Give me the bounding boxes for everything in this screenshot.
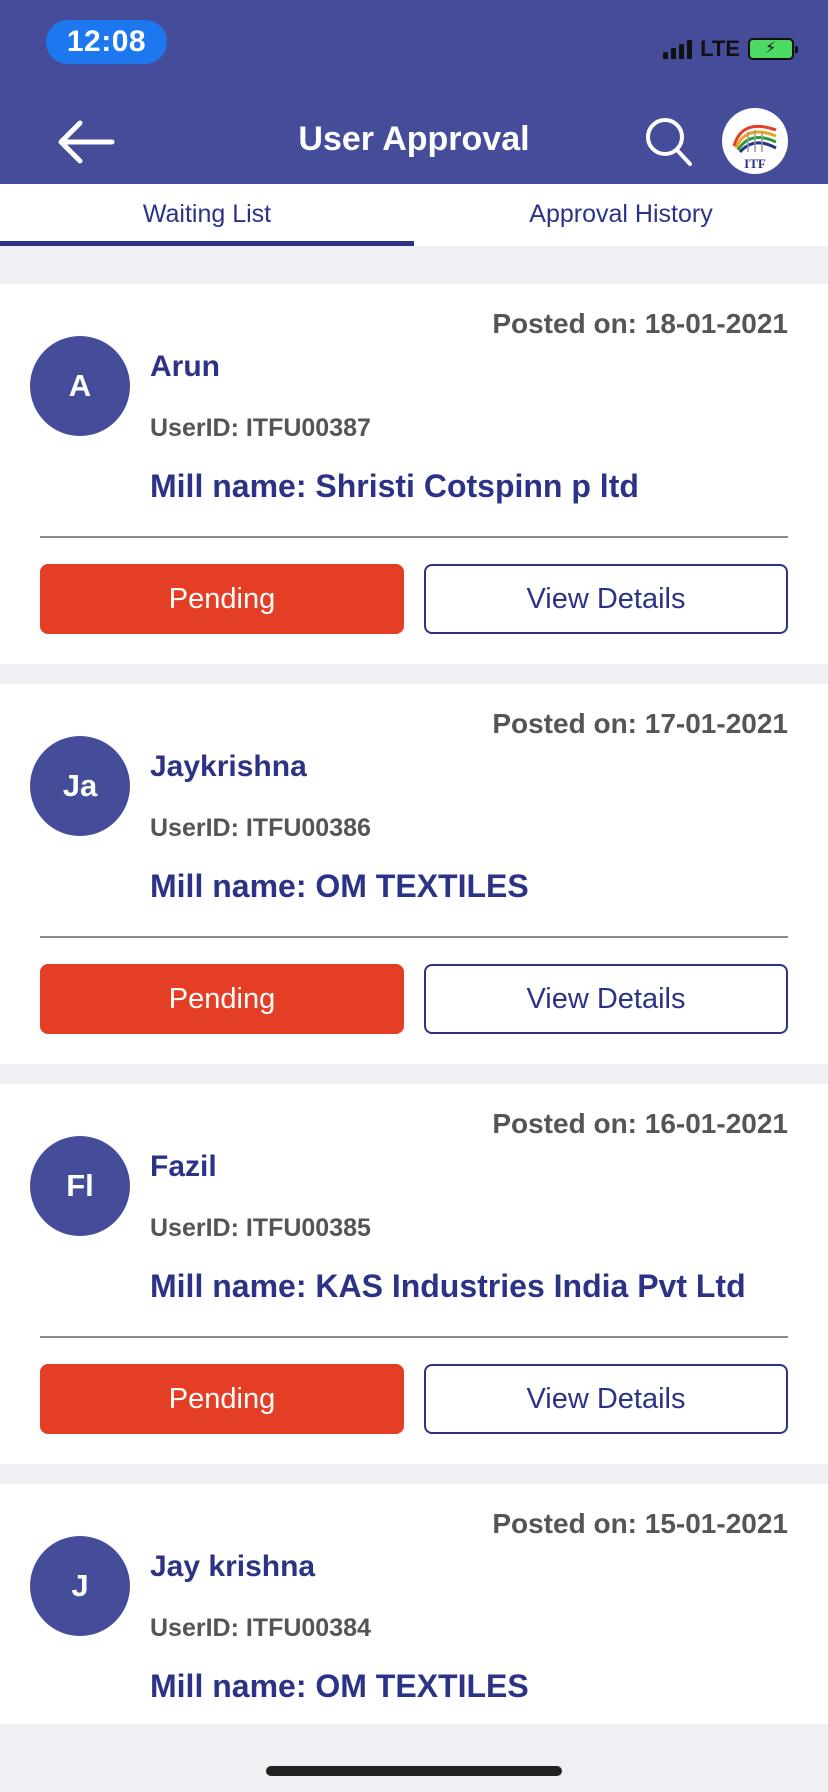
tab-waiting-list[interactable]: Waiting List	[0, 184, 414, 246]
user-name: Fazil	[150, 1150, 217, 1183]
user-name: Arun	[150, 350, 220, 383]
signal-icon	[663, 39, 693, 59]
user-name: Jay krishna	[150, 1550, 316, 1583]
mill-name: Mill name: KAS Industries India Pvt Ltd	[150, 1268, 746, 1304]
page-title: User Approval	[298, 120, 530, 158]
app-header: 12:08 LTE ⚡ User Approval ITF	[0, 0, 828, 184]
approval-card: Posted on: 16-01-2021 Fl Fazil UserID: I…	[0, 1084, 828, 1464]
pending-button[interactable]: Pending	[40, 964, 404, 1034]
view-details-button[interactable]: View Details	[424, 1364, 788, 1434]
mill-name: Mill name: OM TEXTILES	[150, 868, 529, 904]
divider	[40, 1336, 788, 1338]
mill-name: Mill name: Shristi Cotspinn p ltd	[150, 468, 639, 504]
avatar: J	[30, 1536, 130, 1636]
mill-name: Mill name: OM TEXTILES	[150, 1668, 529, 1704]
pending-button[interactable]: Pending	[40, 564, 404, 634]
user-id: UserID: ITFU00387	[150, 414, 371, 442]
approval-card: Posted on: 18-01-2021 A Arun UserID: ITF…	[0, 284, 828, 664]
itf-logo[interactable]: ITF	[722, 108, 788, 174]
battery-icon: ⚡	[748, 38, 798, 60]
tab-approval-history[interactable]: Approval History	[414, 184, 828, 246]
user-id: UserID: ITFU00385	[150, 1214, 371, 1242]
user-id: UserID: ITFU00386	[150, 814, 371, 842]
posted-date: Posted on: 16-01-2021	[492, 1108, 788, 1139]
pending-button[interactable]: Pending	[40, 1364, 404, 1434]
avatar: Ja	[30, 736, 130, 836]
logo-text: ITF	[744, 156, 766, 171]
divider	[40, 936, 788, 938]
approval-card: Posted on: 17-01-2021 Ja Jaykrishna User…	[0, 684, 828, 1064]
view-details-button[interactable]: View Details	[424, 564, 788, 634]
approval-card: Posted on: 15-01-2021 J Jay krishna User…	[0, 1484, 828, 1724]
search-icon[interactable]	[644, 116, 694, 168]
tab-bar: Waiting List Approval History	[0, 184, 828, 246]
network-type: LTE	[700, 36, 740, 61]
user-name: Jaykrishna	[150, 750, 307, 783]
home-indicator[interactable]	[266, 1766, 562, 1776]
avatar: Fl	[30, 1136, 130, 1236]
user-id: UserID: ITFU00384	[150, 1614, 371, 1642]
status-indicators: LTE ⚡	[663, 34, 798, 64]
posted-date: Posted on: 18-01-2021	[492, 308, 788, 339]
posted-date: Posted on: 15-01-2021	[492, 1508, 788, 1539]
avatar: A	[30, 336, 130, 436]
posted-date: Posted on: 17-01-2021	[492, 708, 788, 739]
status-time: 12:08	[46, 20, 167, 64]
view-details-button[interactable]: View Details	[424, 964, 788, 1034]
divider	[40, 536, 788, 538]
charging-bolt-icon: ⚡	[765, 40, 777, 57]
